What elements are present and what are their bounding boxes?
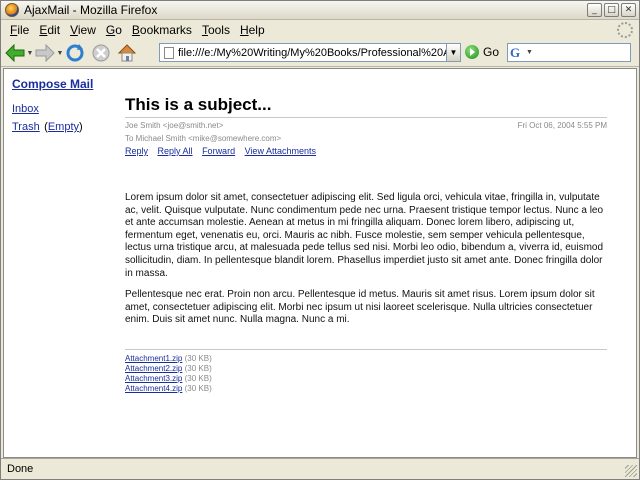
- compose-mail-link[interactable]: Compose Mail: [12, 77, 112, 91]
- status-text: Done: [7, 463, 34, 475]
- forward-link[interactable]: Forward: [202, 146, 235, 156]
- attachment-link[interactable]: Attachment3.zip: [125, 374, 182, 383]
- close-button[interactable]: ✕: [621, 3, 636, 17]
- go-label: Go: [483, 45, 500, 59]
- message-subject: This is a subject...: [125, 95, 607, 118]
- attachment-link[interactable]: Attachment4.zip: [125, 384, 182, 393]
- menu-view-label: iew: [77, 23, 96, 37]
- stop-icon[interactable]: [91, 43, 111, 63]
- title-bar: AjaxMail - Mozilla Firefox _ □ ✕: [1, 1, 639, 20]
- attachment-size: (30 KB): [184, 353, 212, 363]
- forward-dropdown-icon[interactable]: ▼: [55, 50, 65, 57]
- url-bar[interactable]: file:///e:/My%20Writing/My%20Books/Profe…: [159, 43, 461, 62]
- search-engine-dropdown-icon[interactable]: ▼: [526, 49, 533, 56]
- menu-bookmarks[interactable]: Bookmarks: [127, 23, 197, 37]
- window-controls: _ □ ✕: [587, 3, 636, 17]
- message-actions: Reply Reply All Forward View Attachments: [125, 146, 607, 156]
- minimize-button[interactable]: _: [587, 3, 602, 17]
- google-search-icon[interactable]: G: [510, 45, 526, 60]
- menu-tools-label: ools: [207, 23, 230, 37]
- url-text[interactable]: file:///e:/My%20Writing/My%20Books/Profe…: [178, 47, 446, 59]
- empty-close-paren: ): [79, 121, 83, 133]
- menu-bookmarks-accel: B: [131, 23, 140, 37]
- empty-trash-link[interactable]: Empty: [48, 119, 79, 135]
- attachment-size: (30 KB): [184, 363, 212, 373]
- menu-file[interactable]: File: [5, 23, 34, 37]
- menu-view-accel: V: [70, 23, 78, 37]
- menu-go-accel: G: [105, 23, 116, 37]
- go-icon: [465, 45, 479, 59]
- message-from: Joe Smith <joe@smith.net>: [125, 121, 224, 130]
- maximize-button[interactable]: □: [604, 3, 619, 17]
- page-content: Compose Mail Inbox Trash (Empty) This is…: [3, 68, 637, 458]
- attachment-item: Attachment3.zip (30 KB): [125, 374, 607, 384]
- menu-bookmarks-label: ookmarks: [139, 23, 192, 37]
- message-header-row: Joe Smith <joe@smith.net> Fri Oct 06, 20…: [125, 121, 607, 130]
- mail-sidebar: Compose Mail Inbox Trash (Empty): [12, 77, 112, 135]
- message-date: Fri Oct 06, 2004 5:55 PM: [517, 121, 607, 130]
- menu-go[interactable]: Go: [101, 23, 127, 37]
- reload-icon[interactable]: [65, 43, 85, 63]
- attachment-item: Attachment2.zip (30 KB): [125, 364, 607, 374]
- firefox-icon: [5, 3, 19, 17]
- menu-file-label: ile: [17, 23, 30, 37]
- attachment-size: (30 KB): [184, 373, 212, 383]
- url-dropdown-icon[interactable]: ▼: [446, 44, 460, 61]
- attachment-link[interactable]: Attachment1.zip: [125, 354, 182, 363]
- message-to: To Michael Smith <mike@somewhere.com>: [125, 134, 282, 143]
- menu-bar: File Edit View Go Bookmarks Tools Help: [1, 20, 639, 40]
- menu-edit-label: dit: [47, 23, 61, 37]
- menu-help-accel: H: [239, 23, 249, 37]
- search-box[interactable]: G ▼: [507, 43, 631, 62]
- reply-link[interactable]: Reply: [125, 146, 148, 156]
- message-view: This is a subject... Joe Smith <joe@smit…: [125, 95, 607, 394]
- message-body: Lorem ipsum dolor sit amet, consectetuer…: [125, 192, 607, 327]
- menu-edit[interactable]: Edit: [34, 23, 65, 37]
- navigation-toolbar: ▼ ▼ file:///e:/My%20Writing/My%20Books/P…: [1, 40, 639, 67]
- browser-window: AjaxMail - Mozilla Firefox _ □ ✕ File Ed…: [0, 0, 640, 480]
- attachment-item: Attachment4.zip (30 KB): [125, 384, 607, 394]
- body-paragraph: Lorem ipsum dolor sit amet, consectetuer…: [125, 192, 604, 279]
- inbox-link[interactable]: Inbox: [12, 101, 39, 117]
- trash-link[interactable]: Trash: [12, 119, 40, 135]
- menu-help-label: elp: [248, 23, 265, 37]
- resize-grip-icon[interactable]: [625, 465, 637, 477]
- body-paragraph: Pellentesque nec erat. Proin non arcu. P…: [125, 289, 595, 326]
- window-title: AjaxMail - Mozilla Firefox: [24, 3, 158, 17]
- throbber-icon: [617, 22, 633, 38]
- menu-go-label: o: [115, 23, 122, 37]
- attachment-list: Attachment1.zip (30 KB) Attachment2.zip …: [125, 348, 607, 394]
- back-dropdown-icon[interactable]: ▼: [25, 50, 35, 57]
- attachment-item: Attachment1.zip (30 KB): [125, 354, 607, 364]
- forward-arrow-icon[interactable]: [35, 43, 55, 63]
- attachment-link[interactable]: Attachment2.zip: [125, 364, 182, 373]
- menu-view[interactable]: View: [65, 23, 101, 37]
- back-arrow-icon[interactable]: [5, 43, 25, 63]
- go-button[interactable]: Go: [465, 45, 499, 59]
- page-icon: [164, 46, 174, 59]
- home-icon[interactable]: [117, 43, 137, 63]
- status-bar: Done: [1, 458, 639, 479]
- view-attachments-link[interactable]: View Attachments: [245, 146, 316, 156]
- menu-tools[interactable]: Tools: [197, 23, 235, 37]
- menu-help[interactable]: Help: [235, 23, 270, 37]
- attachment-size: (30 KB): [184, 383, 212, 393]
- reply-all-link[interactable]: Reply All: [158, 146, 193, 156]
